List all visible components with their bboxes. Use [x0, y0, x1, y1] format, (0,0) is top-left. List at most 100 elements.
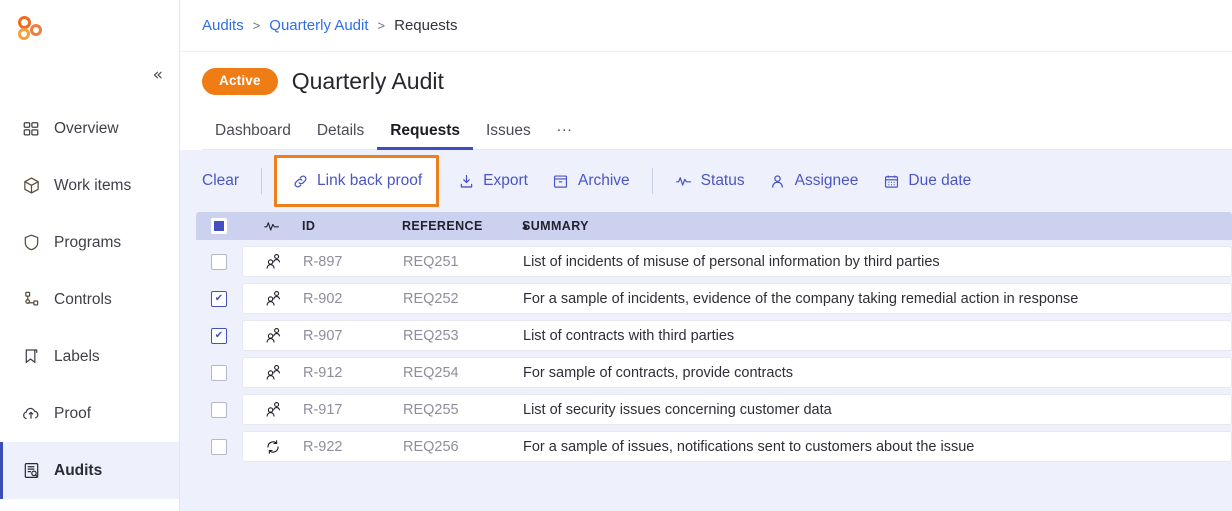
breadcrumb-item-audits[interactable]: Audits — [202, 17, 244, 34]
table-row[interactable]: R-907 REQ253 List of contracts with thir… — [196, 320, 1232, 351]
row-select-cell — [196, 401, 242, 418]
row-id: R-922 — [303, 438, 343, 455]
breadcrumb-item-requests: Requests — [394, 17, 458, 34]
sidebar-item-label: Controls — [54, 290, 112, 308]
status-column-header[interactable] — [242, 218, 302, 234]
calendar-icon — [882, 172, 900, 190]
sidebar-collapse-row: « — [0, 56, 179, 94]
sidebar-nav: Overview Work items Programs Controls La… — [0, 100, 179, 499]
row-reference: REQ251 — [403, 253, 459, 270]
row-reference: REQ253 — [403, 327, 459, 344]
row-id: R-897 — [303, 253, 343, 270]
row-checkbox[interactable] — [211, 401, 227, 418]
table-row[interactable]: R-912 REQ254 For sample of contracts, pr… — [196, 357, 1232, 388]
sitemap-icon — [21, 290, 41, 310]
breadcrumb-separator: > — [252, 18, 261, 33]
row-select-cell — [196, 290, 242, 307]
link-back-proof-button[interactable]: Link back proof — [274, 155, 440, 207]
sidebar-item-controls[interactable]: Controls — [0, 271, 179, 328]
row-reference: REQ254 — [403, 364, 459, 381]
archive-icon — [552, 172, 570, 190]
archive-button[interactable]: Archive — [540, 166, 642, 196]
table-header-row: ID REFERENCE ▲ SUMMARY — [196, 212, 1232, 240]
status-label: Status — [700, 172, 745, 189]
link-icon — [291, 172, 309, 190]
main-content: Audits > Quarterly Audit > Requests Acti… — [180, 0, 1232, 511]
clear-button[interactable]: Clear — [202, 166, 251, 196]
sidebar-item-label: Work items — [54, 176, 132, 194]
logo-wrap[interactable] — [0, 0, 179, 56]
sidebar-item-overview[interactable]: Overview — [0, 100, 179, 157]
due-date-label: Due date — [908, 172, 972, 189]
select-all-checkbox[interactable] — [211, 218, 227, 234]
sidebar-item-work-items[interactable]: Work items — [0, 157, 179, 214]
assignee-filter-button[interactable]: Assignee — [757, 166, 871, 196]
page-title: Quarterly Audit — [291, 68, 444, 94]
breadcrumb: Audits > Quarterly Audit > Requests — [180, 0, 1232, 52]
assignee-icon — [243, 289, 303, 308]
title-row: Active Quarterly Audit — [202, 68, 1232, 95]
id-column-header[interactable]: ID — [302, 219, 402, 233]
logo-circle-2 — [30, 24, 42, 36]
row-summary: List of incidents of misuse of personal … — [523, 253, 940, 270]
row-card: R-907 REQ253 List of contracts with thir… — [242, 320, 1232, 351]
row-id: R-907 — [303, 327, 343, 344]
pulse-icon — [675, 172, 693, 190]
chevron-double-left-icon[interactable]: « — [153, 66, 163, 84]
sidebar: « Overview Work items Programs Controls … — [0, 0, 180, 511]
person-icon — [769, 172, 787, 190]
row-checkbox[interactable] — [211, 438, 227, 455]
audit-doc-icon — [21, 461, 41, 481]
three-circles-logo — [16, 14, 46, 42]
sidebar-item-audits[interactable]: Audits — [0, 442, 179, 499]
bookmark-icon — [21, 347, 41, 367]
table-row[interactable]: R-897 REQ251 List of incidents of misuse… — [196, 246, 1232, 277]
table-row[interactable]: R-917 REQ255 List of security issues con… — [196, 394, 1232, 425]
tab-requests[interactable]: Requests — [377, 122, 473, 150]
tab-overflow-menu[interactable]: ... — [544, 118, 586, 150]
row-card: R-912 REQ254 For sample of contracts, pr… — [242, 357, 1232, 388]
row-checkbox[interactable] — [211, 327, 227, 344]
tab-bar: Dashboard Details Requests Issues ... — [202, 110, 1232, 150]
row-select-cell — [196, 327, 242, 344]
reference-column-header[interactable]: REFERENCE ▲ — [402, 219, 530, 233]
summary-column-header[interactable]: SUMMARY — [522, 219, 1232, 233]
page-header: Active Quarterly Audit Dashboard Details… — [180, 52, 1232, 150]
row-card: R-922 REQ256 For a sample of issues, not… — [242, 431, 1232, 462]
row-card: R-917 REQ255 List of security issues con… — [242, 394, 1232, 425]
tab-details[interactable]: Details — [304, 122, 377, 150]
sidebar-item-programs[interactable]: Programs — [0, 214, 179, 271]
download-icon — [457, 172, 475, 190]
select-all-cell — [196, 218, 242, 234]
table-row[interactable]: R-922 REQ256 For a sample of issues, not… — [196, 431, 1232, 462]
row-id: R-912 — [303, 364, 343, 381]
sidebar-item-labels[interactable]: Labels — [0, 328, 179, 385]
export-button[interactable]: Export — [445, 166, 540, 196]
dashboard-icon — [21, 119, 41, 139]
row-reference: REQ255 — [403, 401, 459, 418]
refresh-icon — [243, 438, 303, 456]
row-card: R-902 REQ252 For a sample of incidents, … — [242, 283, 1232, 314]
status-filter-button[interactable]: Status — [663, 166, 757, 196]
archive-label: Archive — [577, 172, 630, 189]
shield-icon — [21, 233, 41, 253]
breadcrumb-item-quarterly-audit[interactable]: Quarterly Audit — [269, 17, 368, 34]
toolbar-divider — [651, 168, 653, 194]
row-id: R-917 — [303, 401, 343, 418]
breadcrumb-separator: > — [377, 18, 386, 33]
box-icon — [21, 176, 41, 196]
assignee-label: Assignee — [794, 172, 859, 189]
sidebar-item-label: Programs — [54, 233, 122, 251]
tab-issues[interactable]: Issues — [473, 122, 544, 150]
row-checkbox[interactable] — [211, 364, 227, 381]
row-checkbox[interactable] — [211, 290, 227, 307]
row-select-cell — [196, 364, 242, 381]
due-date-filter-button[interactable]: Due date — [870, 166, 983, 196]
tab-dashboard[interactable]: Dashboard — [202, 122, 304, 150]
row-summary: For sample of contracts, provide contrac… — [523, 364, 793, 381]
assignee-icon — [243, 400, 303, 419]
table-row[interactable]: R-902 REQ252 For a sample of incidents, … — [196, 283, 1232, 314]
sidebar-item-proof[interactable]: Proof — [0, 385, 179, 442]
row-checkbox[interactable] — [211, 253, 227, 270]
row-summary: List of contracts with third parties — [523, 327, 735, 344]
